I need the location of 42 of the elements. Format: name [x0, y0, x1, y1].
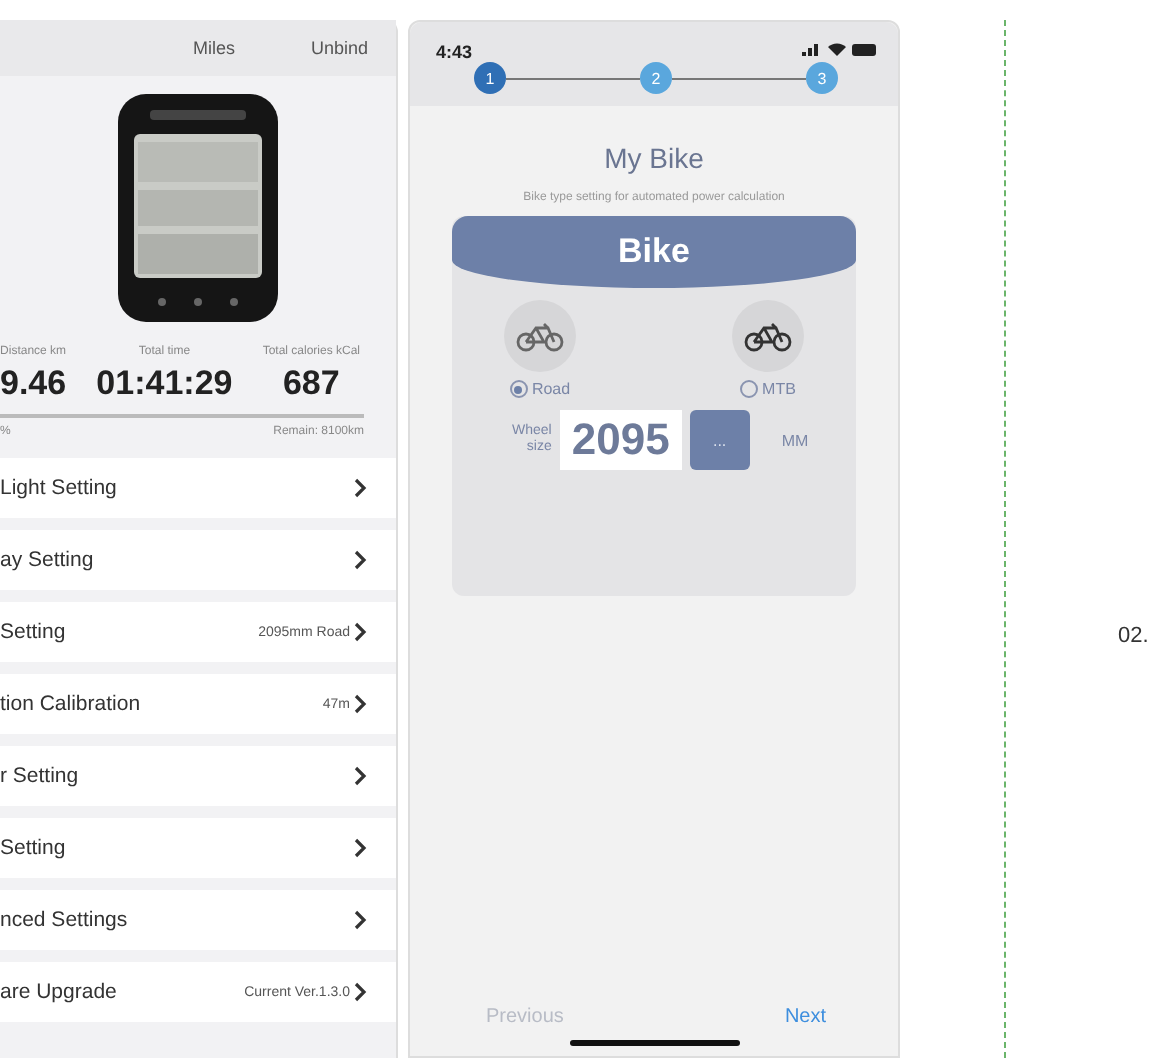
battery-icon: [852, 43, 878, 55]
chevron-icon: [354, 694, 368, 714]
settings-label: are Upgrade: [0, 980, 117, 1004]
settings-row[interactable]: r Setting: [0, 746, 396, 806]
settings-row[interactable]: ay Setting: [0, 530, 396, 590]
stat-value: 01:41:29: [96, 364, 233, 404]
settings-row[interactable]: nced Settings: [0, 890, 396, 950]
stat-value: 687: [282, 364, 340, 404]
settings-label: Light Setting: [0, 476, 117, 500]
chevron-icon: [354, 622, 368, 642]
wheel-size-field[interactable]: 2095: [559, 410, 682, 470]
wifi-icon: [828, 42, 846, 56]
section-number: 02.: [1118, 624, 1149, 652]
settings-row[interactable]: Light Setting: [0, 458, 396, 518]
card-title: Bike: [452, 216, 856, 288]
chevron-icon: [354, 838, 368, 858]
step-indicator: 2: [640, 62, 672, 94]
status-time: 4:43: [436, 42, 473, 62]
bike-type-icon[interactable]: [732, 300, 804, 372]
chevron-icon: [354, 982, 368, 1002]
chevron-icon: [354, 766, 368, 786]
settings-row[interactable]: Setting: [0, 818, 396, 878]
settings-label: ay Setting: [0, 548, 94, 572]
chevron-icon: [354, 550, 368, 570]
page-title: My Bike: [604, 142, 704, 174]
settings-label: r Setting: [0, 764, 79, 788]
step-indicator: 1: [474, 62, 506, 94]
settings-label: tion Calibration: [0, 692, 141, 716]
step-indicator: 3: [806, 62, 838, 94]
bicycle-icon: [744, 320, 792, 352]
unit-label: MM: [781, 431, 809, 449]
settings-label: Setting: [0, 836, 66, 860]
settings-label: Setting: [0, 620, 66, 644]
chevron-icon: [354, 910, 368, 930]
settings-label: nced Settings: [0, 908, 128, 932]
bicycle-icon: [516, 320, 564, 352]
bike-type-icon[interactable]: [504, 300, 576, 372]
unbind-link[interactable]: Unbind: [310, 38, 368, 58]
chevron-icon: [354, 478, 368, 498]
unit-label[interactable]: Miles: [192, 38, 235, 58]
stat-value: 9.46: [0, 364, 67, 404]
signal-icon: [802, 42, 822, 56]
